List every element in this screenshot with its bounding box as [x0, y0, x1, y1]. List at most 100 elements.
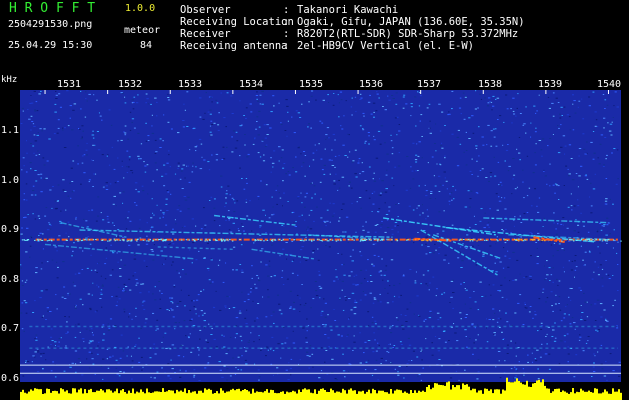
- noise-speck: [259, 156, 262, 158]
- noise-speck: [71, 191, 74, 193]
- noise-speck: [189, 309, 192, 311]
- noise-speck: [558, 363, 561, 365]
- noise-speck: [421, 359, 423, 361]
- noise-speck: [550, 291, 553, 293]
- noise-speck: [327, 94, 329, 96]
- noise-speck: [161, 367, 163, 369]
- noise-speck: [444, 254, 447, 256]
- noise-speck: [91, 159, 93, 161]
- noise-speck: [23, 193, 25, 195]
- noise-speck: [612, 370, 615, 372]
- noise-speck: [372, 203, 375, 205]
- noise-speck: [173, 370, 176, 372]
- noise-speck: [362, 291, 364, 292]
- noise-speck: [329, 202, 331, 204]
- carrier-speck: [34, 239, 36, 241]
- noise-speck: [191, 262, 193, 264]
- noise-speck: [504, 208, 507, 210]
- noise-speck: [338, 116, 340, 118]
- noise-speck: [569, 323, 572, 325]
- noise-speck: [130, 355, 132, 357]
- noise-speck: [259, 94, 262, 96]
- power-bar: [420, 391, 422, 400]
- noise-speck: [584, 153, 587, 155]
- noise-speck: [348, 275, 351, 277]
- noise-speck: [555, 294, 557, 296]
- noise-speck: [167, 375, 170, 377]
- noise-speck: [449, 196, 452, 198]
- noise-speck: [544, 265, 545, 267]
- noise-speck: [234, 337, 236, 339]
- noise-speck: [475, 339, 477, 341]
- noise-speck: [580, 319, 583, 321]
- noise-speck: [599, 303, 603, 305]
- carrier-speck: [620, 240, 622, 242]
- noise-speck: [268, 260, 271, 262]
- noise-speck: [65, 332, 68, 334]
- noise-speck: [272, 311, 275, 313]
- noise-speck: [244, 134, 246, 135]
- noise-speck: [599, 264, 602, 266]
- noise-speck: [529, 275, 532, 277]
- noise-speck: [468, 338, 471, 339]
- noise-speck: [278, 146, 281, 148]
- noise-speck: [112, 222, 114, 224]
- noise-speck: [556, 184, 559, 186]
- noise-speck: [31, 121, 34, 122]
- noise-speck: [109, 183, 112, 185]
- noise-speck: [463, 118, 466, 120]
- noise-speck: [210, 97, 212, 99]
- noise-speck: [235, 317, 239, 319]
- noise-speck: [306, 318, 308, 320]
- noise-speck: [523, 374, 525, 376]
- noise-speck: [355, 176, 358, 178]
- noise-speck: [403, 274, 405, 276]
- power-bar: [256, 391, 258, 400]
- noise-speck: [426, 107, 429, 109]
- noise-speck: [591, 278, 594, 280]
- noise-speck: [43, 178, 46, 180]
- noise-speck: [91, 294, 93, 296]
- noise-speck: [41, 316, 43, 318]
- noise-speck: [592, 366, 595, 368]
- noise-speck: [90, 328, 93, 330]
- noise-speck: [564, 153, 566, 155]
- noise-speck: [612, 203, 614, 205]
- noise-speck: [326, 209, 329, 211]
- noise-speck: [208, 269, 210, 271]
- noise-speck: [393, 284, 396, 286]
- noise-speck: [85, 98, 87, 100]
- power-bar: [272, 390, 274, 400]
- carrier-speck: [305, 239, 307, 241]
- noise-speck: [20, 123, 23, 124]
- noise-speck: [360, 97, 363, 99]
- noise-speck: [265, 316, 268, 318]
- noise-speck: [92, 282, 94, 284]
- power-bar: [84, 389, 86, 400]
- noise-speck: [138, 158, 140, 160]
- noise-speck: [526, 212, 529, 213]
- noise-speck: [318, 377, 321, 379]
- noise-speck: [557, 185, 560, 187]
- noise-speck: [27, 361, 30, 362]
- noise-speck: [31, 102, 34, 104]
- power-bar: [552, 391, 554, 400]
- noise-speck: [308, 101, 310, 103]
- noise-speck: [474, 224, 477, 225]
- noise-speck: [557, 223, 559, 225]
- noise-speck: [134, 345, 136, 347]
- noise-speck: [465, 289, 468, 291]
- noise-speck: [318, 285, 321, 287]
- x-tick-label: 1534: [238, 79, 264, 90]
- noise-speck: [88, 351, 91, 353]
- power-bar: [98, 390, 100, 400]
- noise-speck: [536, 110, 538, 112]
- noise-speck: [222, 146, 225, 148]
- carrier-speck: [88, 239, 91, 241]
- noise-speck: [301, 246, 304, 248]
- noise-speck: [90, 341, 92, 343]
- noise-speck: [340, 125, 342, 127]
- carrier-speck: [593, 240, 596, 242]
- noise-speck: [607, 274, 610, 276]
- noise-speck: [534, 360, 538, 362]
